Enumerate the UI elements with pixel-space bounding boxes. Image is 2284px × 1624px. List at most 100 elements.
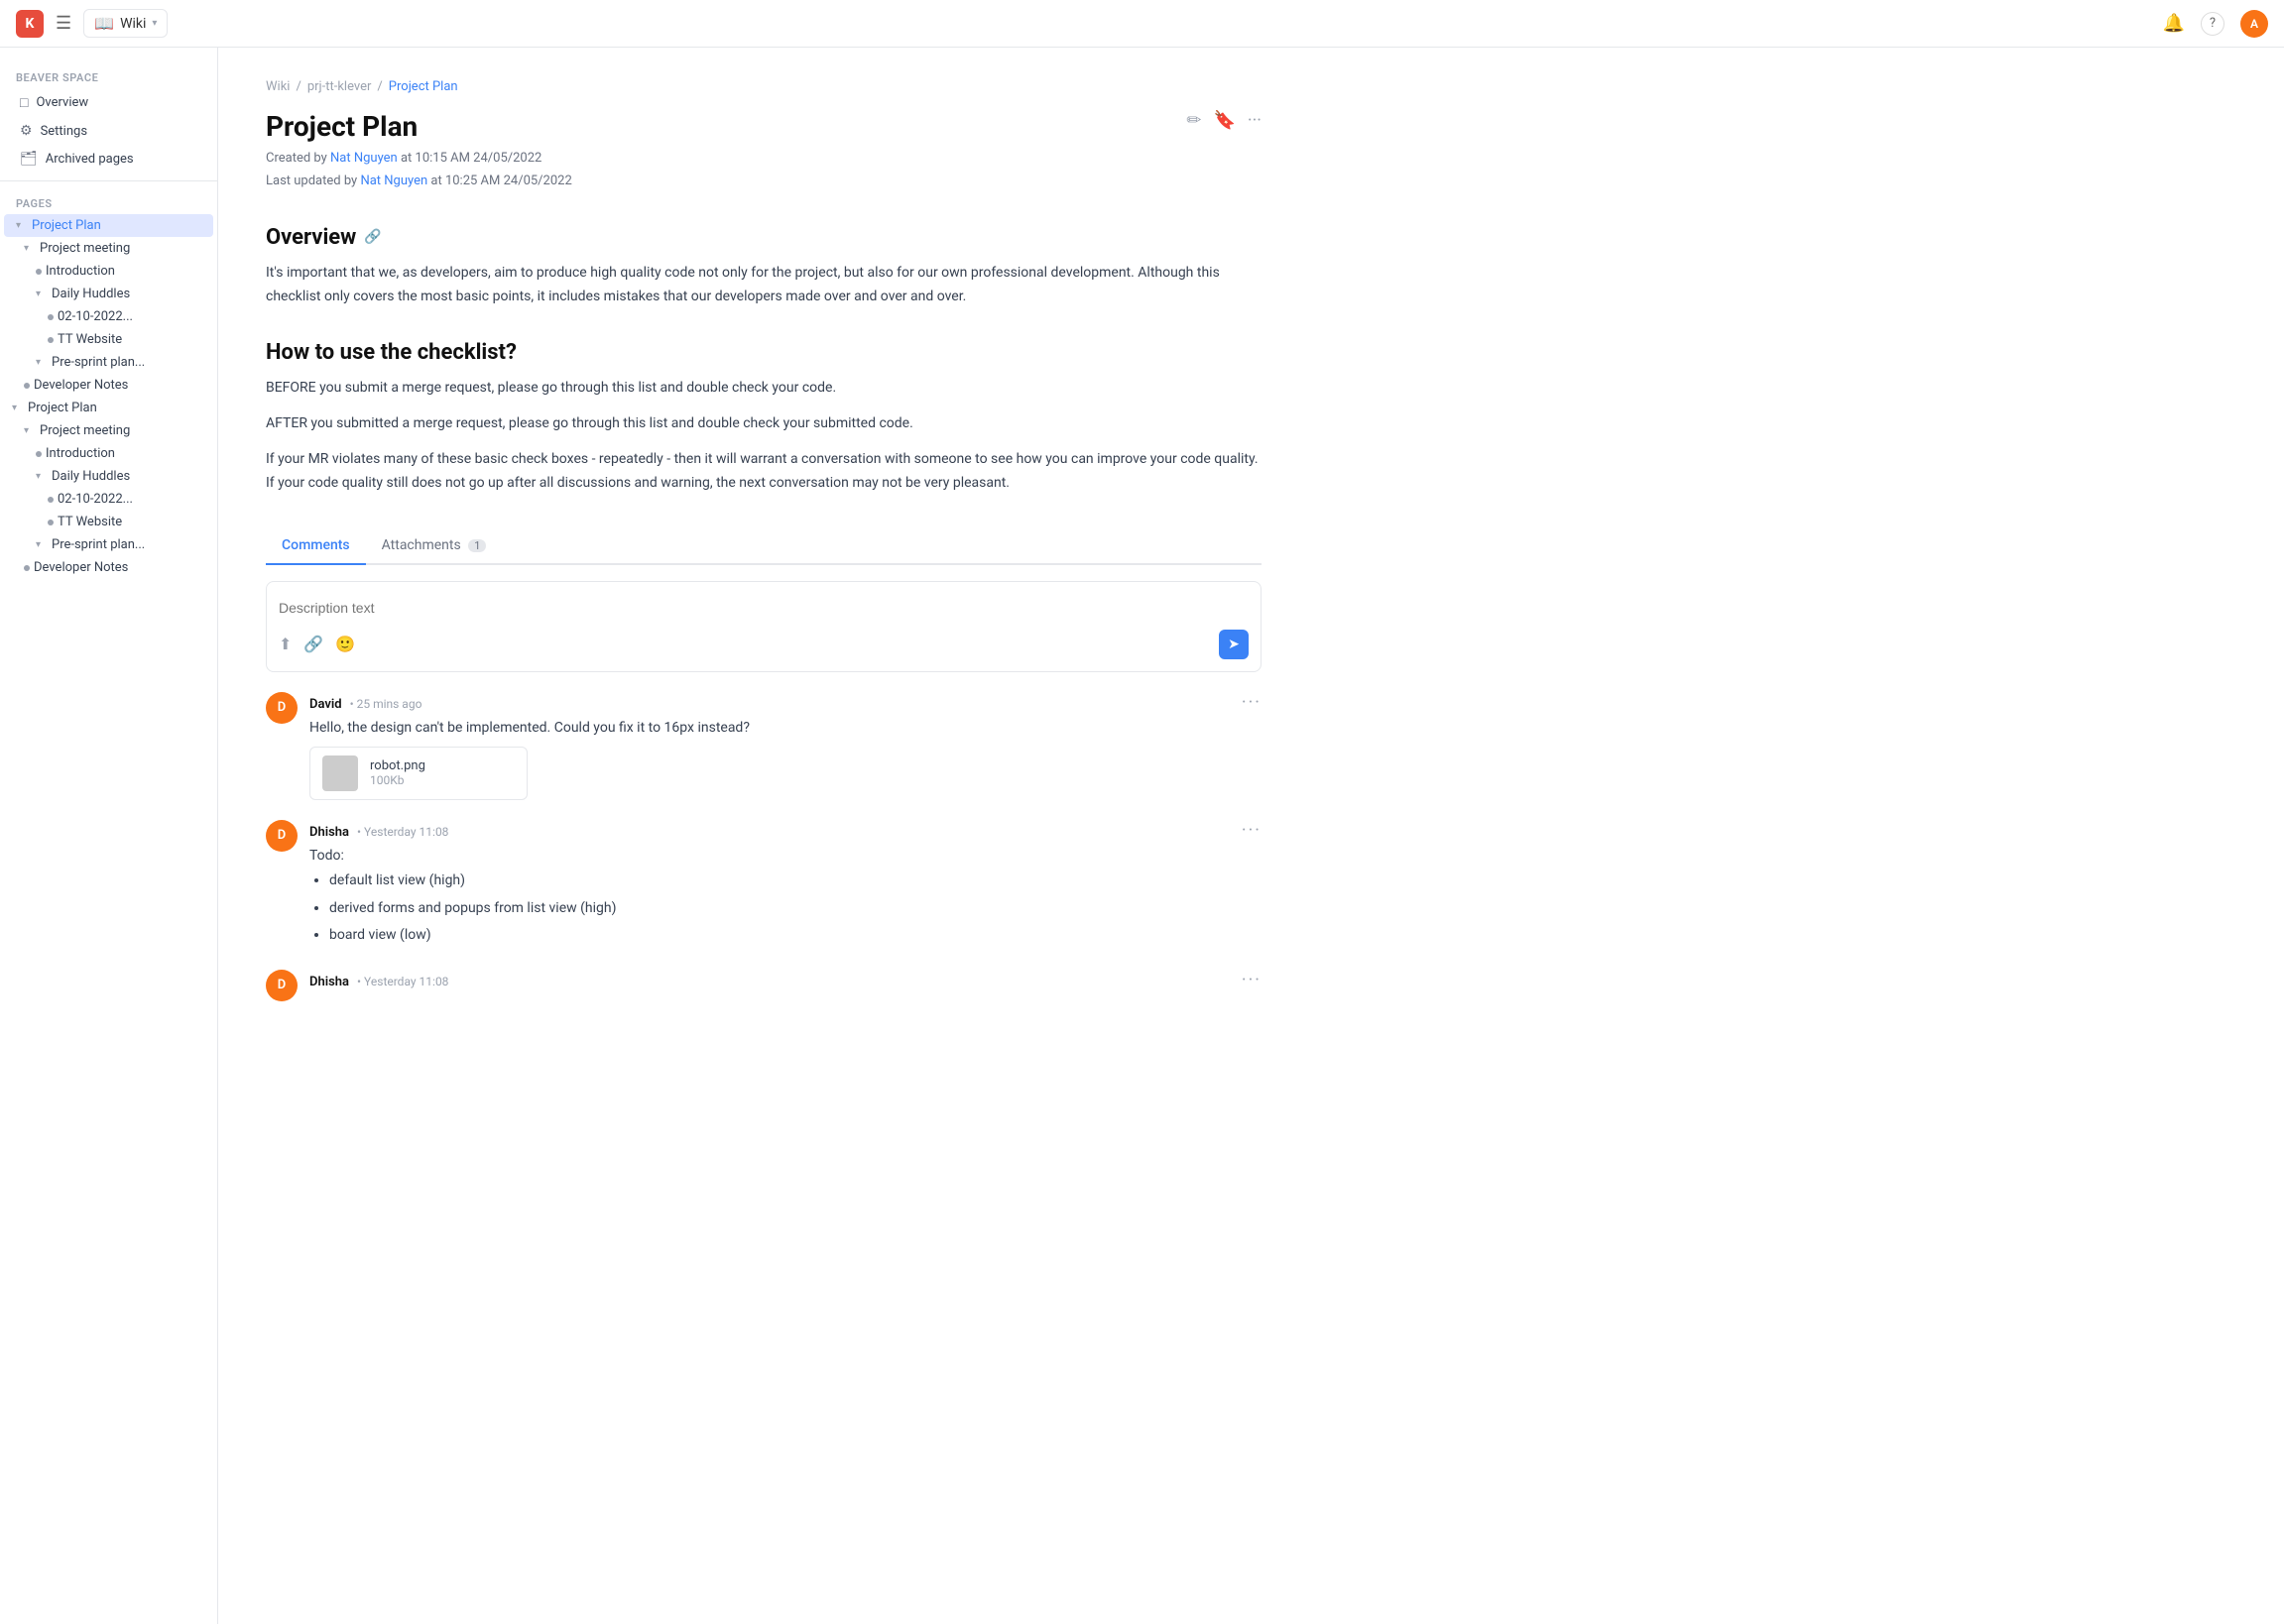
wiki-tab[interactable]: 📖 Wiki ▾ (83, 9, 168, 38)
topnav: K ☰ 📖 Wiki ▾ 🔔 ? A (0, 0, 2284, 48)
tree-item-introduction-2[interactable]: Introduction (0, 442, 217, 465)
checklist-para-1: BEFORE you submit a merge request, pleas… (266, 377, 1262, 401)
tree-item-label: Introduction (46, 264, 115, 279)
bookmark-icon[interactable]: 🔖 (1213, 110, 1235, 131)
created-author-link[interactable]: Nat Nguyen (330, 151, 401, 166)
tree-item-daily-huddles-1[interactable]: ▾Daily Huddles (0, 283, 217, 305)
chevron-down-icon: ▾ (36, 471, 48, 482)
help-icon[interactable]: ? (2201, 12, 2224, 36)
tree-item-label: Project Plan (28, 401, 97, 415)
comment-more-icon[interactable]: ··· (1242, 820, 1262, 841)
comment-more-icon[interactable]: ··· (1242, 970, 1262, 990)
updated-by-label: Last updated by (266, 174, 357, 188)
comment-comment-3: D Dhisha• Yesterday 11:08··· (266, 970, 1262, 1001)
comment-body: Dhisha• Yesterday 11:08···Todo:default l… (309, 820, 1262, 950)
topnav-left: K ☰ 📖 Wiki ▾ (16, 9, 168, 38)
breadcrumb-sep-1: / (296, 79, 301, 94)
page-meta: Created by Nat Nguyen at 10:15 AM 24/05/… (266, 147, 1262, 193)
sidebar-divider (0, 180, 217, 181)
overview-link-icon[interactable]: 🔗 (364, 229, 381, 245)
comment-input[interactable] (279, 594, 1249, 622)
comment-attachment[interactable]: robot.png100Kb (309, 747, 528, 800)
comment-box: ⬆ 🔗 🙂 ➤ (266, 581, 1262, 672)
sidebar-item-archived[interactable]: 🗂 Archived pages (4, 145, 213, 173)
checklist-para-2: AFTER you submitted a merge request, ple… (266, 412, 1262, 436)
tree-item-label: Project meeting (40, 241, 130, 256)
comment-body: Dhisha• Yesterday 11:08··· (309, 970, 1262, 1001)
tree-item-02-10-2022-1[interactable]: 02-10-2022... (0, 305, 217, 328)
created-at: at 10:15 AM 24/05/2022 (401, 151, 541, 166)
emoji-icon[interactable]: 🙂 (335, 635, 355, 653)
tree-item-label: 02-10-2022... (58, 309, 133, 324)
tree-item-project-plan-1[interactable]: ▾Project Plan (4, 214, 213, 237)
checklist-heading: How to use the checklist? (266, 340, 1262, 365)
edit-icon[interactable]: ✏ (1186, 110, 1201, 131)
chevron-down-icon: ▾ (24, 425, 36, 436)
checklist-para-3: If your MR violates many of these basic … (266, 448, 1262, 496)
comment-author: Dhisha (309, 825, 349, 840)
updated-author-link[interactable]: Nat Nguyen (360, 174, 430, 188)
tree-item-tt-website-1[interactable]: TT Website (0, 328, 217, 351)
tabs-bar: Comments Attachments 1 (266, 527, 1262, 565)
overview-heading-text: Overview (266, 225, 356, 250)
tree-item-project-meeting-2[interactable]: ▾ Project meeting (0, 419, 217, 442)
upload-icon[interactable]: ⬆ (279, 635, 292, 653)
chevron-down-icon: ▾ (24, 243, 36, 254)
tree-item-developer-notes-1[interactable]: Developer Notes (0, 374, 217, 397)
more-options-icon[interactable]: ··· (1248, 110, 1262, 131)
tree-item-project-meeting-1[interactable]: ▾ Project meeting (0, 237, 217, 260)
notification-icon[interactable]: 🔔 (2163, 13, 2185, 34)
comment-more-icon[interactable]: ··· (1242, 692, 1262, 713)
comment-toolbar: ⬆ 🔗 🙂 ➤ (279, 630, 1249, 659)
logo[interactable]: K (16, 10, 44, 38)
send-button[interactable]: ➤ (1219, 630, 1249, 659)
page-title: Project Plan (266, 110, 418, 143)
tab-comments[interactable]: Comments (266, 527, 366, 565)
sidebar-item-overview[interactable]: □ Overview (4, 88, 213, 117)
created-by-label: Created by (266, 151, 327, 166)
comment-time: • 25 mins ago (350, 697, 422, 711)
list-item: board view (low) (329, 923, 1262, 948)
attachments-badge: 1 (468, 539, 486, 552)
tab-attachments[interactable]: Attachments 1 (366, 527, 503, 565)
menu-icon[interactable]: ☰ (56, 13, 71, 34)
tree-item-02-10-2022-2[interactable]: 02-10-2022... (0, 488, 217, 511)
comment-header: David• 25 mins ago··· (309, 692, 1262, 713)
chevron-down-icon: ▾ (12, 403, 24, 413)
comment-body: David• 25 mins ago···Hello, the design c… (309, 692, 1262, 800)
link-insert-icon[interactable]: 🔗 (303, 635, 323, 653)
dot-icon (48, 520, 54, 525)
user-avatar[interactable]: A (2240, 10, 2268, 38)
tree-item-pre-sprint-2[interactable]: ▾Pre-sprint plan... (0, 533, 217, 556)
comment-avatar: D (266, 970, 298, 1001)
comment-comment-1: DDavid• 25 mins ago···Hello, the design … (266, 692, 1262, 800)
settings-label: Settings (41, 124, 87, 139)
wiki-book-icon: 📖 (94, 14, 114, 33)
pages-section-label: PAGES (0, 189, 217, 214)
tree-item-daily-huddles-2[interactable]: ▾Daily Huddles (0, 465, 217, 488)
dot-icon (36, 451, 42, 457)
tree-item-introduction-1[interactable]: Introduction (0, 260, 217, 283)
breadcrumb-project[interactable]: prj-tt-klever (307, 79, 372, 94)
sidebar-item-settings[interactable]: ⚙ Settings (4, 117, 213, 145)
tree-item-project-plan-2[interactable]: ▾ Project Plan (0, 397, 217, 419)
archived-pages-label: Archived pages (46, 152, 134, 167)
breadcrumb-current[interactable]: Project Plan (389, 79, 458, 94)
dot-icon (48, 497, 54, 503)
tree-item-developer-notes-2[interactable]: Developer Notes (0, 556, 217, 579)
tree-item-tt-website-2[interactable]: TT Website (0, 511, 217, 533)
main-content: Wiki / prj-tt-klever / Project Plan Proj… (218, 48, 1309, 1624)
tree-item-label: Project meeting (40, 423, 130, 438)
comment-header: Dhisha• Yesterday 11:08··· (309, 970, 1262, 990)
comment-text: Todo: (309, 845, 1262, 867)
comment-avatar: D (266, 692, 298, 724)
tree-item-pre-sprint-1[interactable]: ▾Pre-sprint plan... (0, 351, 217, 374)
wiki-chevron-icon: ▾ (152, 18, 157, 29)
space-section-label: BEAVER SPACE (0, 63, 217, 88)
updated-at: at 10:25 AM 24/05/2022 (430, 174, 571, 188)
breadcrumb-wiki[interactable]: Wiki (266, 79, 290, 94)
comment-time: • Yesterday 11:08 (357, 825, 448, 839)
tree-item-label: TT Website (58, 332, 122, 347)
tree-item-label: Developer Notes (34, 378, 128, 393)
comment-tools: ⬆ 🔗 🙂 (279, 635, 355, 653)
